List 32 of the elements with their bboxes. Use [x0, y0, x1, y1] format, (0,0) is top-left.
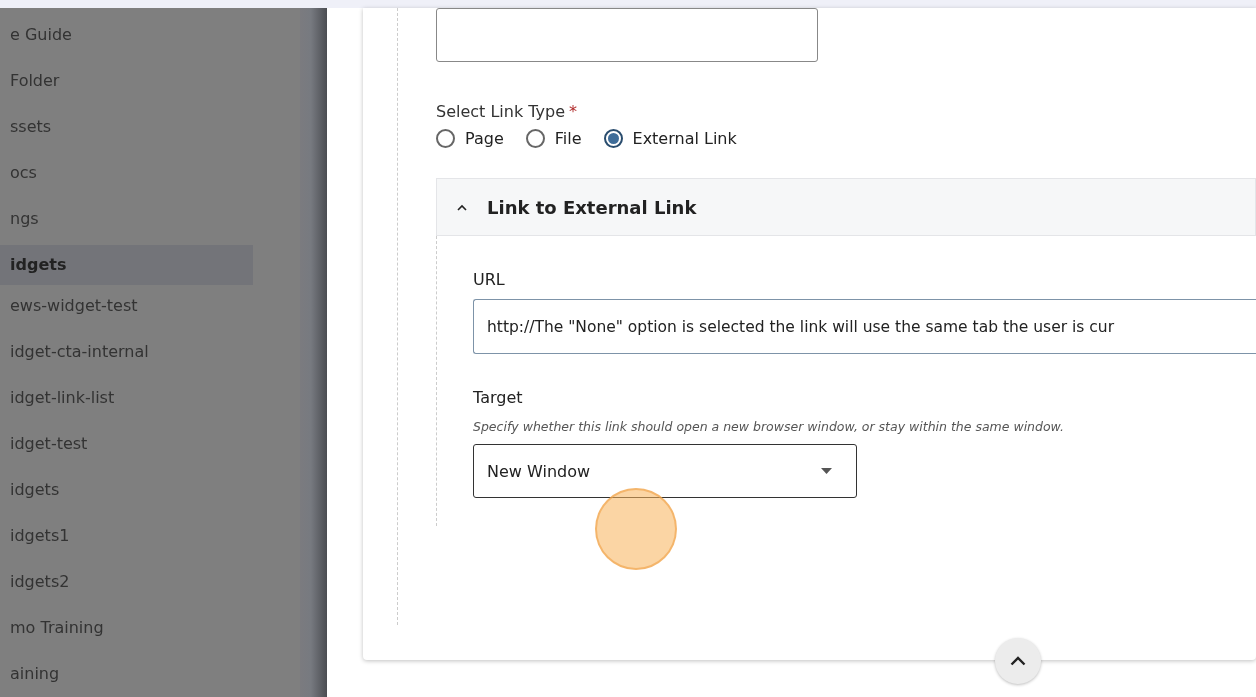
sidebar-item[interactable]: idgets2 — [0, 567, 253, 613]
sidebar-item[interactable]: ews-widget-test — [0, 291, 253, 337]
sidebar-item[interactable]: idgets — [0, 245, 253, 285]
field-label: Target — [473, 388, 524, 407]
sidebar-item[interactable]: Folder — [0, 66, 253, 112]
chevron-up-icon — [1010, 656, 1026, 666]
sidebar-item[interactable]: mo Training — [0, 613, 253, 659]
url-field[interactable]: http://The "None" option is selected the link will use the same tab the user is cur — [473, 299, 1256, 354]
accordion-title: Link to External Link — [487, 196, 697, 218]
required-mark: * — [569, 102, 578, 121]
sidebar-item[interactable]: idget-test — [0, 429, 253, 475]
radio-label[interactable]: External Link — [632, 129, 737, 148]
sidebar-item[interactable]: idget-link-list — [0, 383, 253, 429]
sidebar-item[interactable]: idgets — [0, 475, 253, 521]
radio-label[interactable]: File — [554, 129, 582, 148]
radio-label[interactable]: Page — [465, 129, 504, 148]
accordion-header[interactable]: Link to External Link — [436, 178, 1256, 236]
sidebar-item[interactable]: ssets — [0, 112, 253, 158]
radio-button[interactable] — [603, 129, 623, 148]
field-label: URL — [473, 270, 506, 289]
sidebar-item[interactable]: ocs — [0, 158, 253, 204]
sidebar-item[interactable]: idget-cta-internal — [0, 337, 253, 383]
radio-button[interactable] — [436, 129, 455, 148]
target-dropdown[interactable]: New Window — [473, 444, 857, 498]
text-field[interactable] — [436, 8, 818, 62]
sidebar-item[interactable]: e Guide — [0, 20, 253, 66]
radio-button[interactable] — [525, 129, 545, 148]
dropdown-caret-icon — [821, 468, 832, 474]
help-text: Specify whether this link should open a new browser window, or stay within the same window. — [473, 419, 1066, 434]
sidebar-item[interactable]: aining — [0, 659, 253, 697]
sidebar-item[interactable]: idgets1 — [0, 521, 253, 567]
field-label: Select Link Type — [436, 102, 566, 121]
